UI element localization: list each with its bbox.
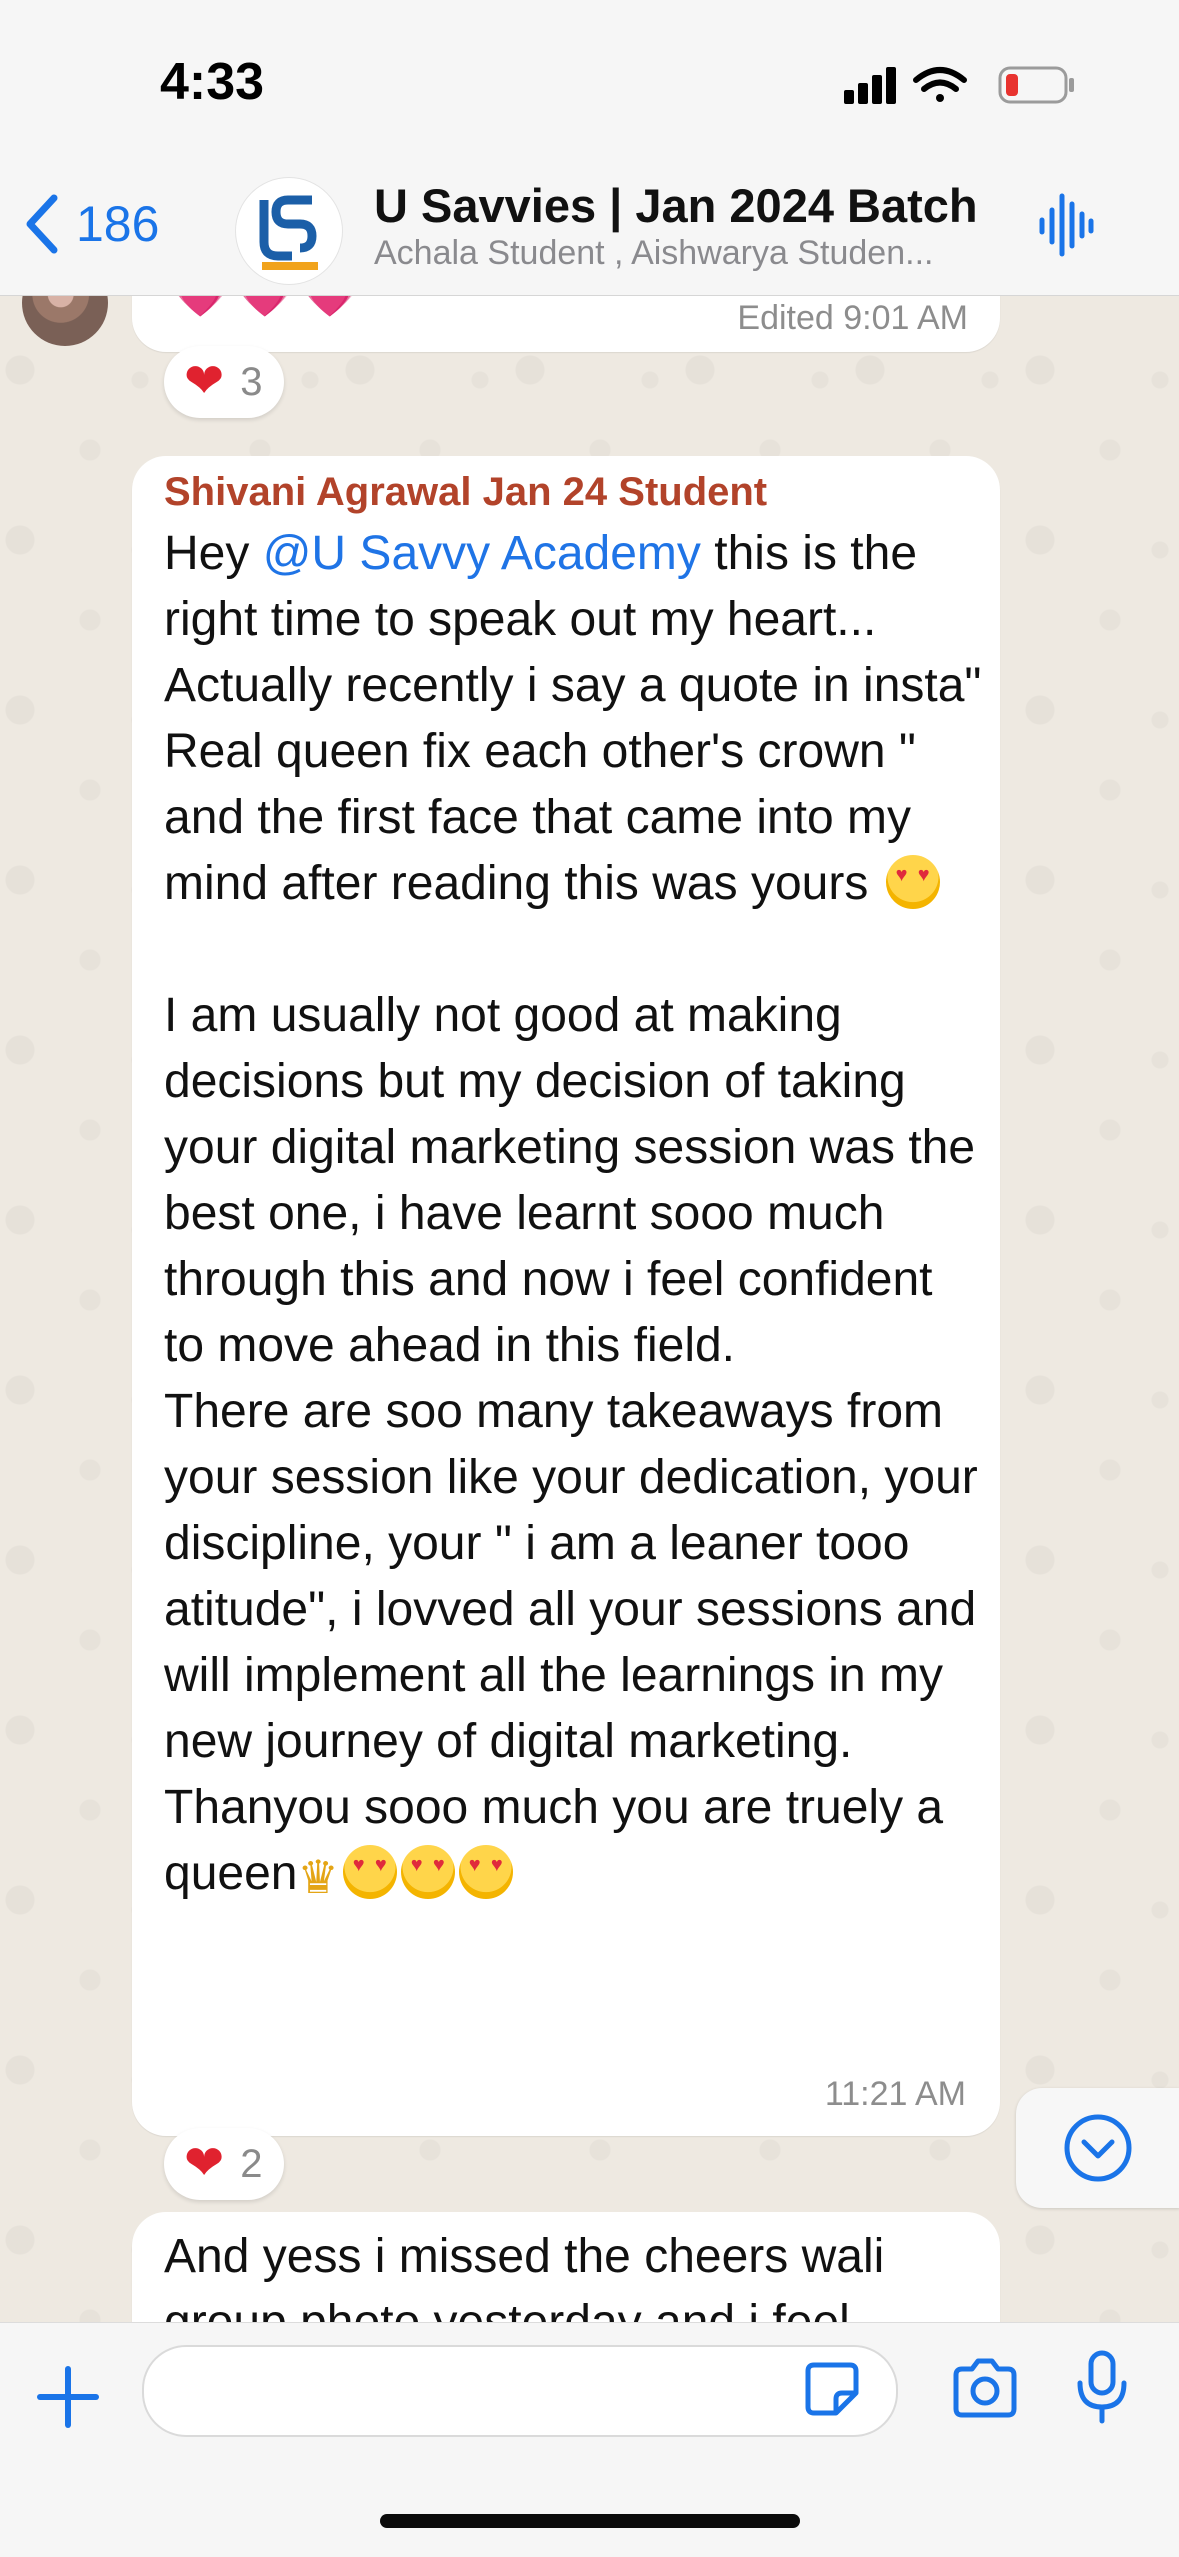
voice-message-button[interactable] [1074,2349,1130,2434]
message-text-next: And yess i missed the cheers wali group … [164,2230,885,2322]
heart-icon: ❤ [184,2137,225,2190]
home-indicator[interactable] [380,2514,800,2528]
heart-eyes-emoji [342,1845,397,1899]
message-timestamp: 11:21 AM [824,2075,966,2113]
sticker-icon [805,2362,859,2416]
message-lead: Hey [164,527,263,580]
mention-link[interactable]: @U Savvy Academy [263,527,701,580]
battery-icon [998,66,1074,104]
message-bubble[interactable]: Shivani Agrawal Jan 24 Student Hey @U Sa… [132,456,1000,2136]
message-list[interactable]: 💗💗💗 Edited 9:01 AM ❤ 3 Shivani Agrawal J… [0,296,1179,2322]
reaction-count: 2 [240,2141,263,2186]
sender-name[interactable]: Shivani Agrawal Jan 24 Student [164,470,984,515]
message-text: Hey @U Savvy Academy this is the right t… [164,521,984,1910]
message-input[interactable] [142,2345,898,2437]
message-body-2: I am usually not good at making decision… [164,989,978,1900]
group-avatar[interactable] [236,178,342,284]
camera-button[interactable] [950,2357,1020,2424]
camera-icon [953,2358,1017,2418]
chat-members[interactable]: Achala Student , Aishwarya Studen... [374,234,994,273]
message-bubble-previous[interactable]: 💗💗💗 Edited 9:01 AM [132,296,1000,352]
status-bar: 4:33 [0,0,1179,160]
heart-eyes-emoji [885,855,940,909]
heart-eyes-emoji [400,1845,455,1899]
sticker-button[interactable] [804,2361,860,2422]
sender-avatar[interactable] [22,296,108,346]
message-body-1: this is the right time to speak out my h… [164,527,995,910]
heart-icon: ❤ [184,355,225,408]
voice-chat-button[interactable] [1036,190,1096,265]
message-bubble-next[interactable]: And yess i missed the cheers wali group … [132,2212,1000,2322]
voice-wave-icon [1039,193,1094,257]
reaction-badge[interactable]: ❤ 2 [164,2128,285,2200]
crown-emoji: ♛ [297,1851,339,1903]
unread-count: 186 [76,196,160,252]
mic-icon [1077,2350,1127,2424]
reaction-count: 3 [240,359,263,404]
chat-title[interactable]: U Savvies | Jan 2024 Batch [374,178,978,233]
attach-button[interactable] [36,2365,100,2434]
pink-hearts-emoji: 💗💗💗 [168,296,362,321]
status-icons [840,62,1080,106]
signal-icon [844,67,896,104]
edited-timestamp: Edited 9:01 AM [737,299,968,337]
reaction-badge[interactable]: ❤ 3 [164,346,285,418]
wifi-icon [913,67,967,102]
heart-eyes-emoji [458,1845,513,1899]
status-time: 4:33 [160,53,265,111]
chat-header: 186 U Savvies | Jan 2024 Batch Achala St… [0,160,1179,296]
scroll-to-bottom-button[interactable] [1016,2088,1179,2208]
plus-icon [37,2366,99,2428]
back-button[interactable]: 186 [22,188,159,260]
scroll-down-icon [1064,2114,1132,2182]
back-chevron-icon [26,194,58,254]
